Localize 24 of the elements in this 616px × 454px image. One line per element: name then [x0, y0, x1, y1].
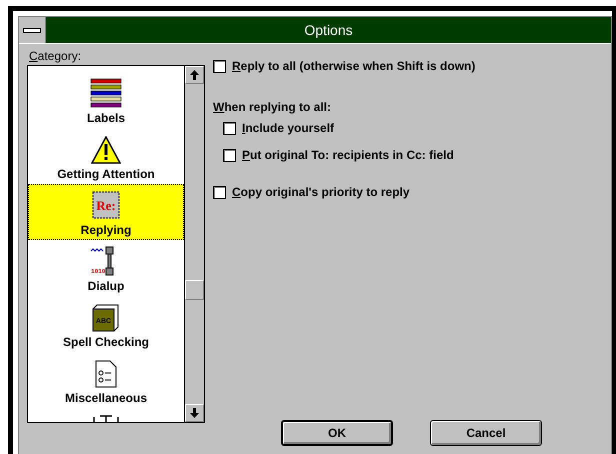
up-arrow-icon	[190, 70, 199, 80]
cancel-button[interactable]: Cancel	[430, 420, 542, 446]
category-item[interactable]: Re: Replying	[28, 184, 184, 240]
checkbox-label[interactable]: Copy original's priority to reply	[232, 185, 410, 199]
checkbox[interactable]	[213, 186, 226, 198]
checkbox[interactable]	[223, 148, 236, 162]
scroll-thumb[interactable]	[185, 280, 204, 300]
section-heading: When replying to all:	[213, 100, 332, 114]
scroll-down-button[interactable]	[185, 404, 204, 422]
checkbox-label[interactable]: Put original To: recipients in Cc: field	[242, 148, 454, 162]
ok-button[interactable]: OK	[281, 420, 393, 446]
category-label: Category:	[29, 49, 82, 63]
warning-icon	[91, 136, 121, 164]
down-arrow-icon	[190, 408, 199, 418]
document-options-icon	[95, 360, 117, 388]
checkbox-label[interactable]: Include yourself	[242, 121, 334, 135]
dash-icon	[23, 28, 41, 32]
checkbox-label[interactable]: Reply to all (otherwise when Shift is down)	[232, 59, 476, 73]
re-stamp-icon: Re:	[91, 190, 121, 220]
window-title: Options	[46, 17, 611, 43]
scroll-up-button[interactable]	[185, 66, 204, 84]
stacked-labels-icon	[90, 78, 122, 108]
checkbox[interactable]	[213, 60, 226, 72]
checkbox[interactable]	[223, 122, 236, 134]
